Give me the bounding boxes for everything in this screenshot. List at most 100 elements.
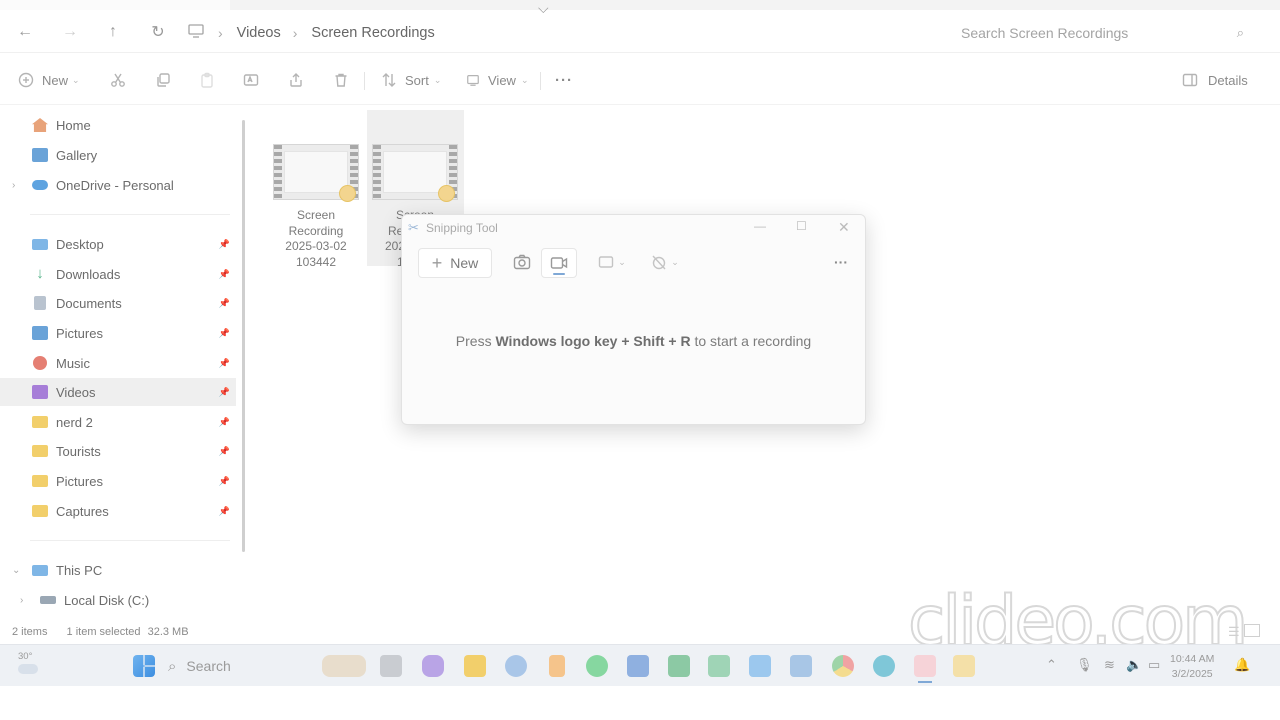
gallery-icon	[32, 148, 48, 162]
sort-button[interactable]: Sort ⌄	[381, 62, 441, 98]
view-button[interactable]: View ⌄	[466, 62, 529, 98]
taskbar-search[interactable]: ⌕ Search	[168, 652, 318, 680]
pin-icon[interactable]: 📌	[219, 446, 230, 457]
timer-dropdown[interactable]: ⌄	[645, 248, 685, 276]
paste-button[interactable]	[199, 62, 215, 98]
copy-icon	[157, 73, 170, 87]
home-icon	[32, 118, 48, 132]
videos-icon	[32, 385, 48, 399]
sidebar-item-pictures-folder[interactable]: Pictures 📌	[0, 467, 236, 495]
word-icon[interactable]	[627, 655, 649, 677]
breadcrumb-screen-recordings[interactable]: Screen Recordings	[311, 25, 434, 41]
camera-icon	[513, 254, 531, 270]
maximize-button[interactable]: ☐	[796, 219, 807, 233]
chrome-icon[interactable]	[832, 655, 854, 677]
pin-icon[interactable]: 📌	[219, 269, 230, 280]
search-input[interactable]: Search Screen Recordings	[961, 25, 1128, 41]
more-options-button[interactable]: ···	[555, 62, 573, 98]
pin-icon[interactable]: 📌	[219, 239, 230, 250]
chevron-right-icon[interactable]: ›	[12, 180, 15, 191]
snipping-tool-taskbar-icon[interactable]	[914, 655, 936, 677]
sidebar-item-label: Captures	[56, 503, 109, 519]
sidebar-item-local-disk[interactable]: › Local Disk (C:)	[0, 586, 236, 614]
sidebar-item-label: Gallery	[56, 147, 98, 163]
vs-code-icon[interactable]	[749, 655, 771, 677]
sidebar-item-onedrive[interactable]: › OneDrive - Personal	[0, 171, 236, 199]
sidebar-item-gallery[interactable]: Gallery	[0, 141, 236, 169]
sidebar-item-captures[interactable]: Captures 📌	[0, 497, 236, 525]
sidebar-item-music[interactable]: Music 📌	[0, 349, 236, 377]
sidebar-item-label: Downloads	[56, 266, 121, 282]
file-item[interactable]: Screen Recording 2025-03-02 103442	[268, 144, 364, 270]
pin-icon[interactable]: 📌	[219, 358, 230, 369]
system-clock[interactable]: 10:44 AM 3/2/2025	[1170, 652, 1214, 682]
chevron-right-icon[interactable]: ›	[20, 595, 23, 606]
news-widget-icon[interactable]	[322, 655, 366, 677]
sidebar-item-desktop[interactable]: Desktop 📌	[0, 230, 236, 258]
spotify-icon[interactable]	[586, 655, 608, 677]
sidebar-item-pictures[interactable]: Pictures 📌	[0, 319, 236, 347]
refresh-button[interactable]: ↻	[144, 18, 172, 46]
edge-icon[interactable]	[873, 655, 895, 677]
wifi-icon[interactable]: ≋	[1104, 657, 1115, 673]
pin-icon[interactable]: 📌	[219, 328, 230, 339]
notification-bell-icon[interactable]: 🔔	[1234, 657, 1250, 673]
paint-icon[interactable]	[790, 655, 812, 677]
sidebar-item-label: Pictures	[56, 473, 103, 489]
pin-icon[interactable]: 📌	[219, 506, 230, 517]
minimize-button[interactable]: —	[754, 219, 766, 233]
battery-icon[interactable]: ▭	[1148, 657, 1160, 673]
sidebar-item-nerd-2[interactable]: nerd 2 📌	[0, 408, 236, 436]
rename-button[interactable]	[243, 62, 259, 98]
sidebar-item-documents[interactable]: Documents 📌	[0, 289, 236, 317]
sidebar-item-this-pc[interactable]: ⌄ This PC	[0, 556, 236, 584]
record-mode-button[interactable]	[541, 248, 577, 278]
pin-icon[interactable]: 📌	[219, 476, 230, 487]
snipping-tool-app-icon: ✂	[408, 220, 419, 235]
area-select-dropdown[interactable]: ⌄	[592, 248, 632, 276]
search-box[interactable]: Search Screen Recordings ⌕	[948, 18, 1258, 48]
pin-icon[interactable]: 📌	[219, 417, 230, 428]
idea-app-icon[interactable]	[953, 655, 975, 677]
network-app-icon[interactable]	[708, 655, 730, 677]
back-button[interactable]: ←	[11, 18, 39, 46]
r-app-icon[interactable]	[505, 655, 527, 677]
tab-strip[interactable]	[0, 0, 230, 10]
sidebar-scrollbar[interactable]	[242, 120, 245, 552]
more-options-button[interactable]: ···	[824, 248, 858, 276]
tiles-view-icon[interactable]	[1244, 624, 1260, 637]
file-explorer-icon[interactable]	[464, 655, 486, 677]
pin-icon[interactable]: 📌	[219, 387, 230, 398]
volume-icon[interactable]: 🔈	[1126, 657, 1142, 673]
new-button[interactable]: New ⌄	[18, 62, 80, 98]
address-bar[interactable]: › Videos › Screen Recordings	[188, 18, 938, 48]
desktop-icon	[32, 238, 48, 250]
up-button[interactable]: ↑	[99, 18, 127, 46]
copy-button[interactable]	[155, 62, 171, 98]
sidebar-item-downloads[interactable]: ↓ Downloads 📌	[0, 260, 236, 288]
details-button[interactable]: Details	[1182, 62, 1248, 98]
start-button-icon[interactable]	[133, 655, 155, 677]
list-view-icon[interactable]: ☰	[1228, 624, 1240, 640]
excel-icon[interactable]	[668, 655, 690, 677]
breadcrumb-videos[interactable]: Videos	[237, 25, 281, 41]
close-button[interactable]: ✕	[838, 219, 850, 236]
delete-button[interactable]	[333, 62, 349, 98]
sidebar-item-home[interactable]: Home	[0, 111, 236, 139]
snip-mode-button[interactable]	[505, 248, 539, 276]
microphone-icon[interactable]: 🎙	[1076, 657, 1093, 673]
new-snip-button[interactable]: + New	[418, 248, 492, 278]
chat-app-icon[interactable]	[422, 655, 444, 677]
weather-widget[interactable]: 30°	[18, 651, 38, 674]
forward-button[interactable]: →	[56, 18, 84, 46]
bottom-margin	[0, 686, 1280, 720]
sidebar-item-tourists[interactable]: Tourists 📌	[0, 437, 236, 465]
share-button[interactable]	[288, 62, 304, 98]
pin-icon[interactable]: 📌	[219, 298, 230, 309]
chevron-down-icon[interactable]: ⌄	[12, 565, 20, 576]
cut-button[interactable]	[110, 62, 126, 98]
task-view-icon[interactable]	[380, 655, 402, 677]
award-app-icon[interactable]	[549, 655, 565, 677]
show-hidden-icons-button[interactable]: ⌃	[1046, 657, 1057, 673]
sidebar-item-videos[interactable]: Videos 📌	[0, 378, 236, 406]
